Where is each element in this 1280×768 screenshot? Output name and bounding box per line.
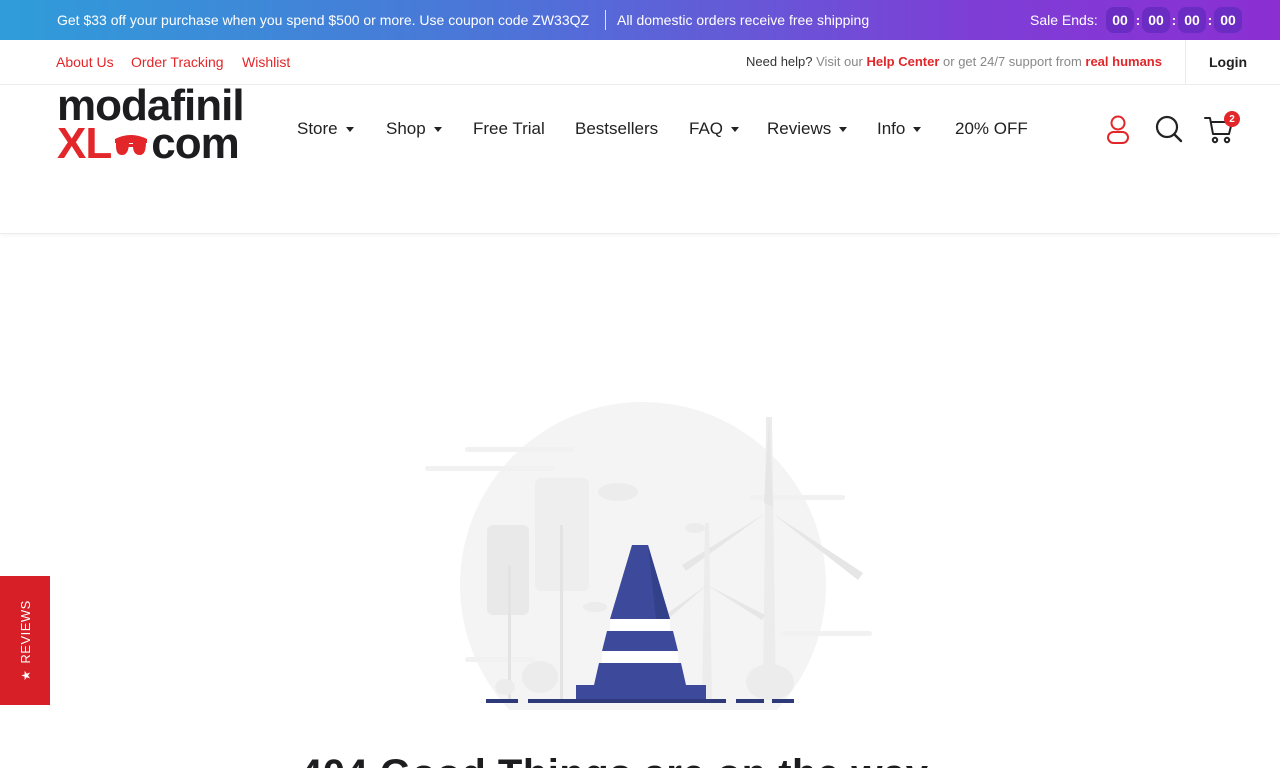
about-us-link[interactable]: About Us [56,54,114,70]
chevron-down-icon [345,126,354,132]
promo-bar: Get $33 off your purchase when you spend… [0,0,1280,40]
nav-shop-label: Shop [386,119,426,138]
countdown-days: 00 [1106,7,1134,33]
search-icon[interactable] [1154,113,1184,145]
page-title: 404 Good Things are on the way [300,752,928,768]
main-navigation: Store Shop Free Trial Bestsellers FAQ Re… [0,119,1280,139]
chevron-down-icon [731,126,740,132]
nav-store[interactable]: Store [297,119,354,139]
nav-bestsellers-label: Bestsellers [575,119,659,138]
nav-discount-label: 20% OFF [955,119,1028,138]
help-center-link[interactable]: Help Center [866,54,939,69]
star-icon: ★ [18,669,33,681]
nav-free-trial-label: Free Trial [473,119,545,138]
under-construction-illustration [425,402,872,710]
order-tracking-link[interactable]: Order Tracking [131,54,224,70]
site-header: modafinil XL com Store Shop Free Trial B… [0,81,1280,234]
help-prefix: Need help? [746,54,813,69]
nav-bestsellers[interactable]: Bestsellers [575,119,658,139]
nav-shop[interactable]: Shop [386,119,442,139]
help-support-text: or get 24/7 support from [939,54,1086,69]
wishlist-link[interactable]: Wishlist [242,54,290,70]
nav-info-label: Info [877,119,906,138]
reviews-tab-content: ★ REVIEWS [18,600,33,681]
chevron-down-icon [839,126,848,132]
login-link[interactable]: Login [1209,54,1247,70]
countdown-hours: 00 [1142,7,1170,33]
nav-reviews-label: Reviews [767,119,832,138]
chevron-down-icon [913,126,922,132]
nav-faq[interactable]: FAQ [689,119,740,139]
reviews-tab-label: REVIEWS [17,600,33,664]
nav-info[interactable]: Info [877,119,922,139]
nav-free-trial[interactable]: Free Trial [473,119,545,139]
sale-countdown: 00 : 00 : 00 : 00 [1106,7,1242,33]
shipping-message: All domestic orders receive free shippin… [617,12,870,28]
help-text: Need help? Visit our Help Center or get … [746,54,1162,69]
reviews-side-tab[interactable]: ★ REVIEWS [0,576,50,705]
help-visit-text: Visit our [812,54,867,69]
sale-ends-label: Sale Ends: [1030,12,1098,28]
utility-bar: About Us Order Tracking Wishlist Need he… [0,40,1280,85]
cart-count-badge: 2 [1224,111,1240,127]
real-humans-link[interactable]: real humans [1085,54,1162,69]
login-container: Login [1185,40,1280,85]
chevron-down-icon [433,126,442,132]
nav-discount[interactable]: 20% OFF [955,119,1028,139]
user-icon[interactable] [1104,113,1132,147]
nav-faq-label: FAQ [689,119,724,138]
promo-divider [605,10,606,30]
nav-reviews[interactable]: Reviews [767,119,848,139]
promo-message: Get $33 off your purchase when you spend… [57,12,590,28]
nav-store-label: Store [297,119,338,138]
countdown-seconds: 00 [1214,7,1242,33]
countdown-minutes: 00 [1178,7,1206,33]
